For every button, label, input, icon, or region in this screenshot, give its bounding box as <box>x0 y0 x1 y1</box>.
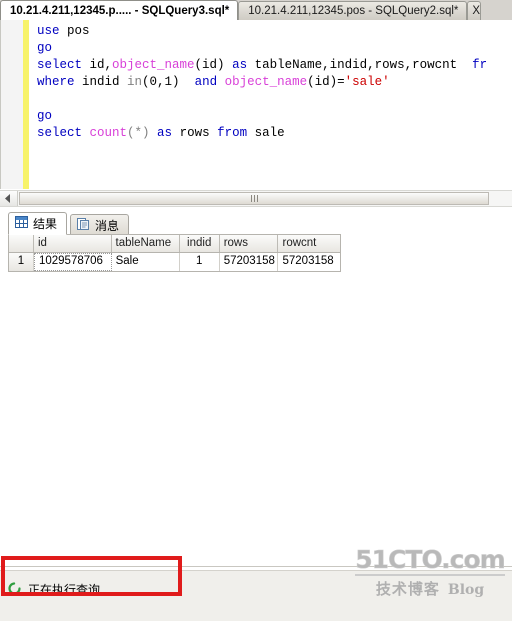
code-token-keyword: fr <box>472 58 488 72</box>
code-token-keyword: and <box>194 75 225 89</box>
editor-tab-label: 10.21.4.211,12345.pos - SQLQuery2.sql* <box>248 5 459 17</box>
editor-horizontal-scrollbar[interactable] <box>0 190 512 207</box>
code-line-2: go <box>29 40 512 57</box>
sql-code-editor[interactable]: use pos go select id,object_name(id) as ta… <box>0 20 512 189</box>
code-token-plain: tableName,indid,rows,rowcnt <box>254 58 473 72</box>
results-grid-header-row: id tableName indid rows rowcnt <box>9 235 340 253</box>
code-token-keyword: use <box>37 24 68 38</box>
column-header-rowcnt[interactable]: rowcnt <box>278 235 340 252</box>
code-token-keyword: select <box>37 126 90 140</box>
cell-rownum[interactable]: 1 <box>9 253 34 271</box>
code-token-plain: pos <box>67 24 90 38</box>
editor-tab-overflow[interactable]: X <box>467 1 482 20</box>
code-token-func: object_name <box>224 75 308 89</box>
tab-messages-label: 消息 <box>95 218 120 233</box>
code-token-plain: rows <box>179 126 218 140</box>
scrollbar-grip-icon <box>250 195 258 202</box>
code-token-plain: (0,1) <box>142 75 195 89</box>
code-token-keyword: as <box>232 58 255 72</box>
code-line-4: where indid in(0,1) and object_name(id)=… <box>29 74 512 91</box>
status-message: 正在执行查询... <box>28 583 111 597</box>
spinner-icon <box>8 581 21 598</box>
code-line-3: select id,object_name(id) as tableName,i… <box>29 57 512 74</box>
watermark-blog-text: Blog <box>447 582 485 598</box>
code-token-keyword: from <box>217 126 255 140</box>
column-header-id[interactable]: id <box>34 235 112 252</box>
code-token-plain: (id) <box>194 58 233 72</box>
watermark-site: 51CTO.com <box>355 545 506 574</box>
scrollbar-thumb[interactable] <box>19 192 489 205</box>
editor-tab-sqlquery3[interactable]: 10.21.4.211,12345.p..... - SQLQuery3.sql… <box>0 0 239 20</box>
watermark-rule <box>355 574 505 576</box>
column-header-rows[interactable]: rows <box>220 235 279 252</box>
editor-gutter <box>1 20 24 189</box>
code-line-6: go <box>29 108 512 125</box>
cell-rows[interactable]: 57203158 <box>220 253 279 271</box>
code-token-plain: indid <box>82 75 128 89</box>
column-header-indid[interactable]: indid <box>180 235 220 252</box>
editor-tab-label: X <box>472 5 481 17</box>
sql-code-text[interactable]: use pos go select id,object_name(id) as ta… <box>29 20 512 189</box>
editor-tab-strip: 10.21.4.211,12345.p..... - SQLQuery3.sql… <box>0 0 512 20</box>
cell-rowcnt[interactable]: 57203158 <box>278 253 340 271</box>
results-grid[interactable]: id tableName indid rows rowcnt 1 1029578… <box>8 234 341 272</box>
grid-icon <box>15 216 28 231</box>
code-token-string: 'sale' <box>344 75 390 89</box>
code-token-keyword: as <box>157 126 180 140</box>
code-token-func: count <box>89 126 128 140</box>
cell-indid[interactable]: 1 <box>180 253 220 271</box>
results-tab-strip: 结果 消息 <box>0 212 130 235</box>
scrollbar-track[interactable] <box>18 191 512 206</box>
editor-tab-label: 10.21.4.211,12345.p..... - SQLQuery3.sql… <box>10 4 230 17</box>
code-token-plain: sale <box>254 126 285 140</box>
watermark: 51CTO.com 技术博客 Blog <box>355 545 506 598</box>
scroll-left-arrow-icon[interactable] <box>0 191 18 206</box>
tab-messages[interactable]: 消息 <box>70 214 130 235</box>
column-header-tablename[interactable]: tableName <box>112 235 180 252</box>
cell-tablename[interactable]: Sale <box>112 253 180 271</box>
code-token-plain: id, <box>89 58 113 72</box>
tab-results-label: 结果 <box>33 217 58 231</box>
results-pane: 结果 消息 id tableName indid rows rowcnt 1 1… <box>0 207 512 556</box>
code-token-gray: in <box>127 75 143 89</box>
code-token-gray: (*) <box>127 126 158 140</box>
table-row[interactable]: 1 1029578706 Sale 1 57203158 57203158 <box>9 253 340 271</box>
code-line-7: select count(*) as rows from sale <box>29 125 512 142</box>
code-token-keyword: where <box>37 75 83 89</box>
code-token-plain: (id)= <box>307 75 345 89</box>
tab-results[interactable]: 结果 <box>8 212 68 235</box>
message-icon <box>77 217 90 233</box>
code-token-keyword: select <box>37 58 90 72</box>
cell-id[interactable]: 1029578706 <box>33 253 112 271</box>
code-line-1: use pos <box>29 23 512 40</box>
code-token-keyword: go <box>37 41 53 55</box>
code-token-func: object_name <box>112 58 195 72</box>
watermark-cn-text: 技术博客 <box>375 581 440 598</box>
watermark-subtitle: 技术博客 Blog <box>355 578 505 599</box>
code-token-keyword: go <box>37 109 53 123</box>
column-header-rownum[interactable] <box>9 235 34 252</box>
status-bar-content: 正在执行查询... <box>8 581 110 598</box>
editor-tab-sqlquery2[interactable]: 10.21.4.211,12345.pos - SQLQuery2.sql* <box>238 1 468 20</box>
